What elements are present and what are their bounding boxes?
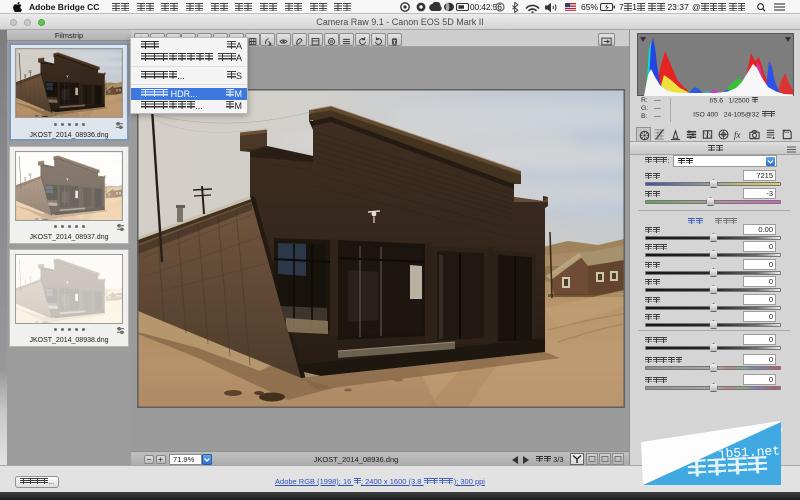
svg-text:fx: fx [734,131,742,141]
